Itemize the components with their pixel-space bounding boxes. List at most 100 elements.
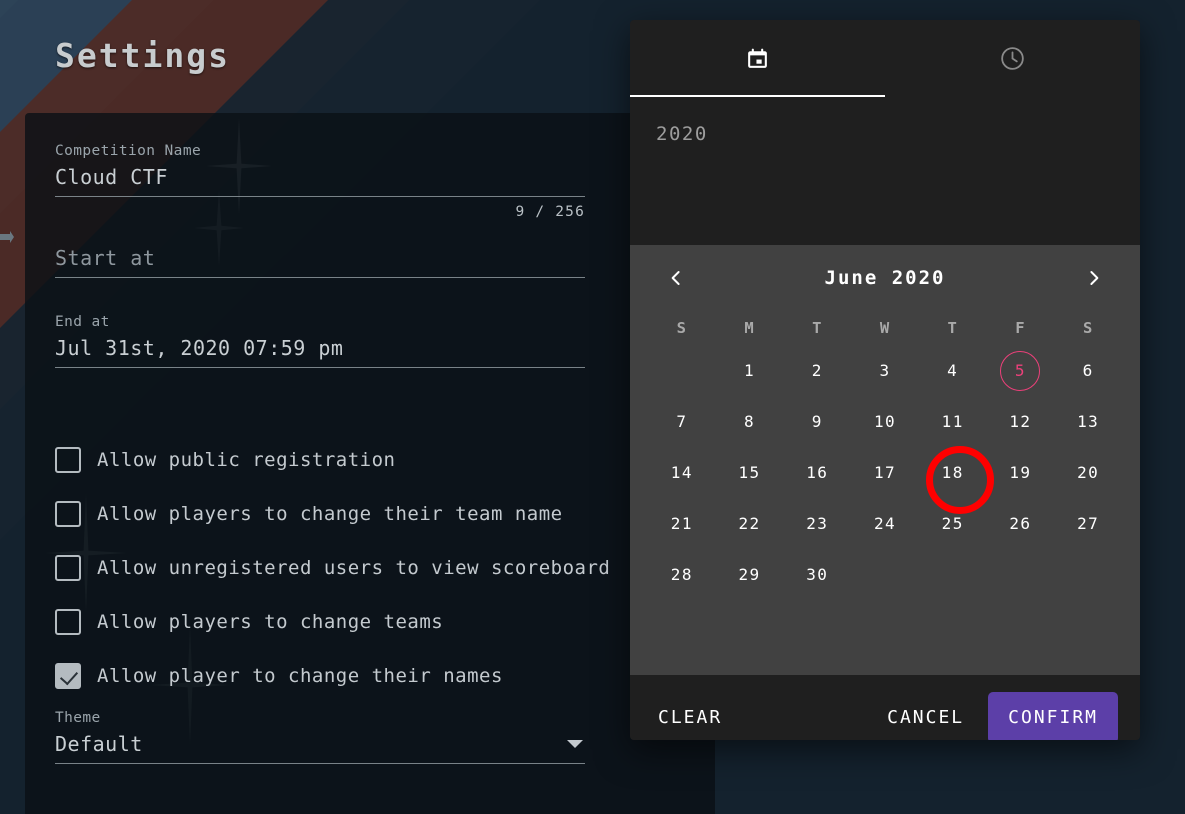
clock-icon <box>999 45 1026 72</box>
calendar-day-number: 6 <box>1082 361 1094 380</box>
clear-button[interactable]: CLEAR <box>652 697 728 738</box>
prev-month-button[interactable] <box>662 264 690 292</box>
theme-field[interactable]: Theme Default <box>55 710 585 764</box>
calendar-day-number: 4 <box>947 361 959 380</box>
calendar-day[interactable]: 24 <box>851 498 919 549</box>
calendar-day-number: 11 <box>941 412 964 431</box>
calendar-day-number: 21 <box>670 514 693 533</box>
checkbox-label: Allow players to change teams <box>97 611 444 633</box>
calendar-day-number: 5 <box>1000 350 1041 391</box>
calendar-dow-header: M <box>744 319 755 337</box>
end-at-input[interactable]: Jul 31st, 2020 07:59 pm <box>55 335 585 361</box>
calendar-day[interactable]: 17 <box>851 447 919 498</box>
calendar-day-number: 27 <box>1077 514 1100 533</box>
calendar-day[interactable]: 20 <box>1054 447 1122 498</box>
calendar-day[interactable]: 25 <box>919 498 987 549</box>
calendar-day[interactable]: 5 <box>987 345 1055 396</box>
calendar-day-number: 15 <box>738 463 761 482</box>
calendar-day-number: 7 <box>676 412 688 431</box>
calendar-day-number: 1 <box>744 361 756 380</box>
confirm-button[interactable]: CONFIRM <box>988 692 1118 740</box>
calendar-icon <box>745 46 770 71</box>
checkbox-row[interactable]: Allow public registration <box>55 433 675 487</box>
calendar-day[interactable]: 28 <box>648 549 716 600</box>
calendar-day[interactable]: 3 <box>851 345 919 396</box>
calendar-day[interactable]: 7 <box>648 396 716 447</box>
checkbox-unchecked-icon[interactable] <box>55 501 81 527</box>
checkbox-row[interactable]: Allow unregistered users to view scorebo… <box>55 541 675 595</box>
next-month-button[interactable] <box>1080 264 1108 292</box>
cancel-button[interactable]: CANCEL <box>881 697 970 738</box>
calendar-dow-header: S <box>676 319 688 337</box>
checkbox-label: Allow player to change their names <box>97 665 503 687</box>
calendar-day[interactable]: 12 <box>987 396 1055 447</box>
calendar-day[interactable]: 1 <box>716 345 784 396</box>
field-underline <box>55 196 585 197</box>
checkbox-unchecked-icon[interactable] <box>55 555 81 581</box>
edge-arrow-icon <box>0 230 14 244</box>
calendar-day[interactable]: 18 <box>919 445 994 514</box>
calendar-day-number: 29 <box>738 565 761 584</box>
calendar-day-number: 16 <box>806 463 829 482</box>
calendar-day[interactable]: 8 <box>716 396 784 447</box>
calendar: June 2020 SMTWTFS 1 2 3 4 5 6 7 8 9 10 11 12 13 14 15 1… <box>630 245 1140 675</box>
settings-checkbox-list: Allow public registration Allow players t… <box>55 433 675 703</box>
calendar-day[interactable]: 9 <box>783 396 851 447</box>
field-underline <box>55 277 585 278</box>
end-at-label: End at <box>55 314 110 330</box>
app-root: Settings Competition Name Cloud CTF 9 / … <box>0 0 1185 814</box>
calendar-day[interactable]: 27 <box>1054 498 1122 549</box>
tab-date[interactable] <box>630 20 885 97</box>
calendar-day[interactable]: 15 <box>716 447 784 498</box>
date-picker-year[interactable]: 2020 <box>630 97 1140 245</box>
calendar-day[interactable]: 16 <box>783 447 851 498</box>
calendar-day-number: 19 <box>1009 463 1032 482</box>
calendar-day-number: 26 <box>1009 514 1032 533</box>
calendar-day-number: 22 <box>738 514 761 533</box>
start-at-input[interactable]: Start at <box>55 245 585 271</box>
calendar-day[interactable]: 11 <box>919 396 987 447</box>
start-at-field[interactable]: Start at <box>55 245 585 278</box>
calendar-day-number: 17 <box>873 463 897 482</box>
tab-time[interactable] <box>885 20 1140 97</box>
date-picker-tabs <box>630 20 1140 97</box>
checkbox-unchecked-icon[interactable] <box>55 447 81 473</box>
calendar-dow-header: F <box>1015 319 1026 337</box>
calendar-day[interactable]: 4 <box>919 345 987 396</box>
calendar-day-number: 13 <box>1077 412 1100 431</box>
checkbox-row[interactable]: Allow players to change their team name <box>55 487 675 541</box>
calendar-day-number: 18 <box>941 463 964 482</box>
calendar-day[interactable]: 23 <box>783 498 851 549</box>
competition-name-field[interactable]: Competition Name Cloud CTF 9 / 256 <box>55 143 585 220</box>
checkbox-row[interactable]: Allow players to change teams <box>55 595 675 649</box>
calendar-day[interactable]: 14 <box>648 447 716 498</box>
end-at-field[interactable]: End at Jul 31st, 2020 07:59 pm <box>55 314 585 368</box>
calendar-day[interactable]: 26 <box>987 498 1055 549</box>
calendar-day-number: 25 <box>941 514 964 533</box>
calendar-day-number: 3 <box>879 361 891 380</box>
date-picker-dialog: 2020 June 2020 SMTWTFS 1 2 3 4 5 6 7 8 9 10 11 12 13… <box>630 20 1140 740</box>
checkbox-row[interactable]: Allow player to change their names <box>55 649 675 703</box>
page-title: Settings <box>55 36 230 75</box>
calendar-day-number: 9 <box>811 412 823 431</box>
calendar-day[interactable]: 10 <box>851 396 919 447</box>
calendar-day[interactable]: 6 <box>1054 345 1122 396</box>
theme-selected-value[interactable]: Default <box>55 731 143 757</box>
chevron-down-icon[interactable] <box>567 740 583 748</box>
calendar-day[interactable]: 22 <box>716 498 784 549</box>
calendar-day[interactable]: 13 <box>1054 396 1122 447</box>
calendar-day[interactable]: 2 <box>783 345 851 396</box>
competition-name-label: Competition Name <box>55 143 202 159</box>
checkbox-checked-icon[interactable] <box>55 663 81 689</box>
calendar-day-empty <box>648 345 716 396</box>
checkbox-unchecked-icon[interactable] <box>55 609 81 635</box>
competition-name-counter: 9 / 256 <box>515 204 585 220</box>
calendar-day-number: 23 <box>806 514 829 533</box>
calendar-day[interactable]: 30 <box>783 549 851 600</box>
calendar-day[interactable]: 19 <box>987 447 1055 498</box>
calendar-day-number: 20 <box>1077 463 1100 482</box>
calendar-day[interactable]: 29 <box>716 549 784 600</box>
competition-name-input[interactable]: Cloud CTF <box>55 164 585 190</box>
calendar-day-number: 12 <box>1009 412 1032 431</box>
calendar-day[interactable]: 21 <box>648 498 716 549</box>
